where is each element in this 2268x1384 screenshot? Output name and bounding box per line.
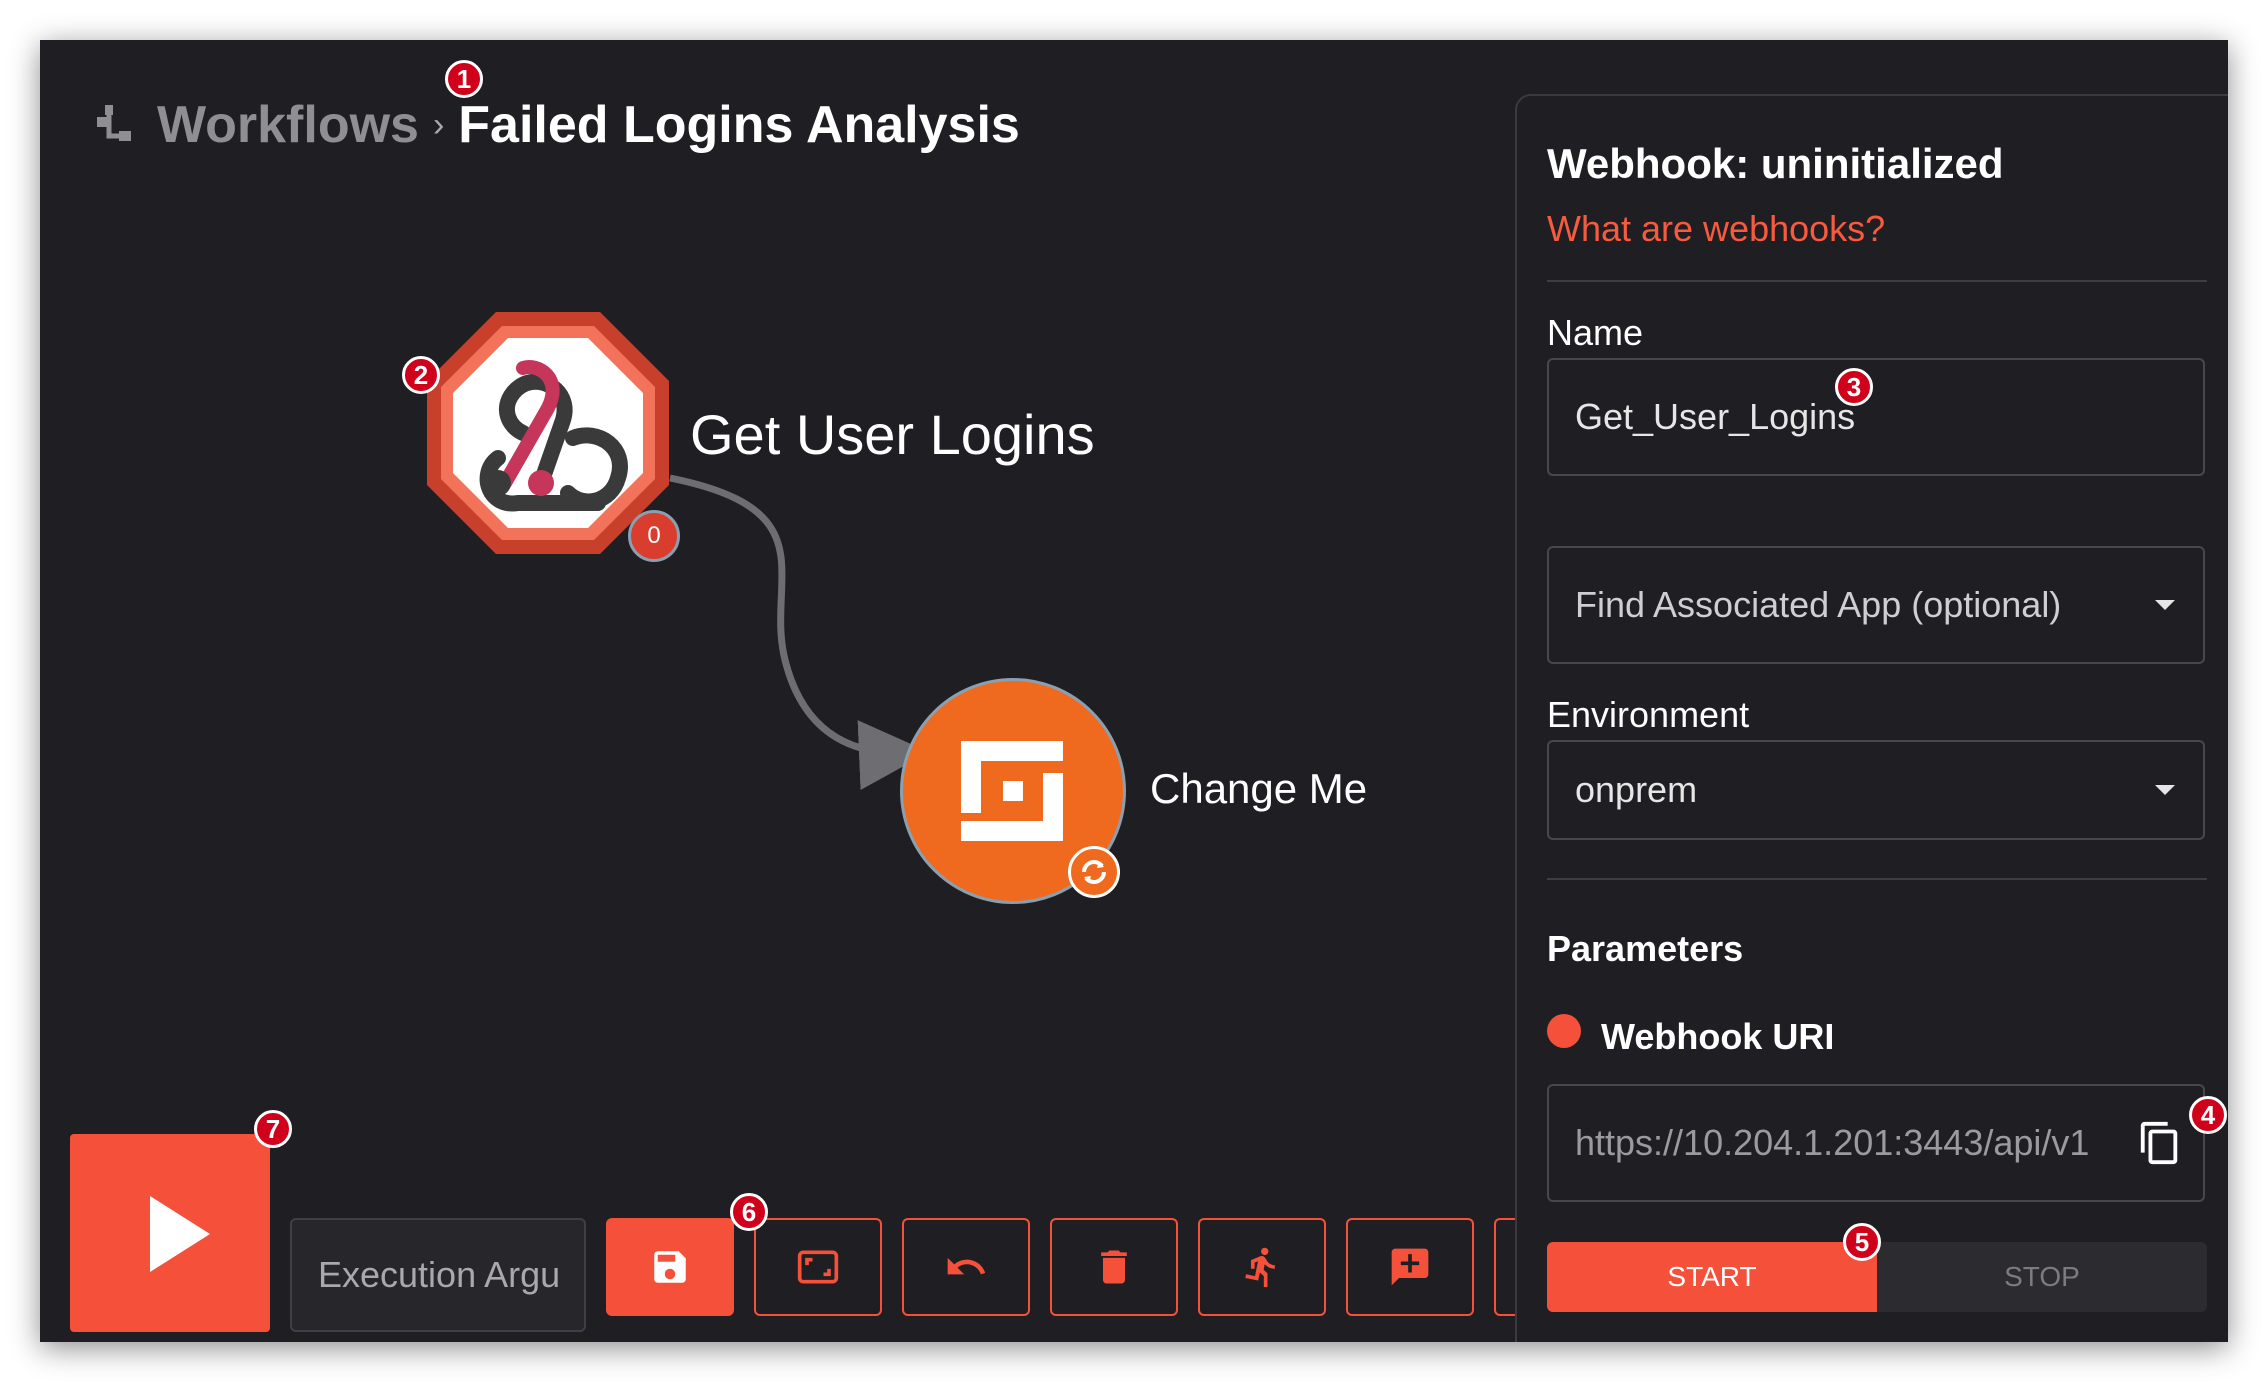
action-node-label: Change Me	[1150, 765, 1368, 812]
run-step-button[interactable]	[1198, 1218, 1326, 1316]
chevron-down-icon	[2155, 785, 2175, 795]
webhook-uri-label: Webhook URI	[1601, 1016, 1835, 1057]
name-value: Get_User_Logins	[1575, 396, 1856, 437]
webhooks-help-link[interactable]: What are webhooks?	[1547, 208, 1885, 250]
webhook-uri-value: https://10.204.1.201:3443/api/v1	[1575, 1122, 2090, 1163]
execution-argument-input[interactable]: Execution Argu	[290, 1218, 586, 1332]
environment-label: Environment	[1547, 694, 1750, 735]
required-indicator	[1547, 1014, 1581, 1048]
delete-button[interactable]	[1050, 1218, 1178, 1316]
save-icon	[654, 1251, 686, 1283]
webhook-uri-input[interactable]: https://10.204.1.201:3443/api/v1	[1547, 1084, 2205, 1202]
stop-button[interactable]: STOP	[1877, 1242, 2207, 1312]
undo-icon	[947, 1257, 986, 1275]
save-button[interactable]	[606, 1218, 734, 1316]
name-input[interactable]: Get_User_Logins	[1547, 358, 2205, 476]
environment-value: onprem	[1575, 769, 1698, 810]
fit-to-screen-button[interactable]	[754, 1218, 882, 1316]
fit-screen-icon	[797, 1250, 839, 1284]
step-badge-1: 1	[445, 60, 483, 98]
workflow-editor: Workflows › Failed Logins Analysis 1 2 0…	[40, 40, 2228, 1342]
play-icon	[150, 1196, 210, 1272]
run-workflow-button[interactable]	[70, 1134, 270, 1332]
delete-icon	[1101, 1250, 1127, 1284]
add-comment-button[interactable]	[1346, 1218, 1474, 1316]
start-button[interactable]: START	[1547, 1242, 1877, 1312]
step-badge-3: 3	[1835, 368, 1873, 406]
step-badge-4: 4	[2189, 1096, 2227, 1134]
associated-app-select[interactable]: Find Associated App (optional)	[1547, 546, 2205, 664]
step-badge-2: 2	[402, 356, 440, 394]
add-comment-icon	[1391, 1248, 1429, 1286]
trigger-node-label: Get User Logins	[690, 403, 1095, 466]
environment-select[interactable]: onprem	[1547, 740, 2205, 840]
parameters-heading: Parameters	[1547, 928, 1744, 969]
divider	[1547, 280, 2207, 282]
copy-icon[interactable]	[2137, 1120, 2183, 1175]
step-badge-7: 7	[254, 1110, 292, 1148]
node-settings-panel: Webhook: uninitialized What are webhooks…	[1515, 94, 2228, 1342]
panel-title: Webhook: uninitialized	[1547, 140, 2004, 187]
chevron-down-icon	[2155, 600, 2175, 610]
trigger-count-badge: 0	[628, 510, 680, 562]
associated-app-placeholder: Find Associated App (optional)	[1575, 584, 2062, 625]
refresh-icon	[1068, 846, 1120, 898]
undo-button[interactable]	[902, 1218, 1030, 1316]
run-icon	[1245, 1247, 1275, 1288]
divider	[1547, 878, 2207, 880]
step-badge-6: 6	[730, 1193, 768, 1231]
name-label: Name	[1547, 312, 1644, 353]
step-badge-5: 5	[1843, 1223, 1881, 1261]
